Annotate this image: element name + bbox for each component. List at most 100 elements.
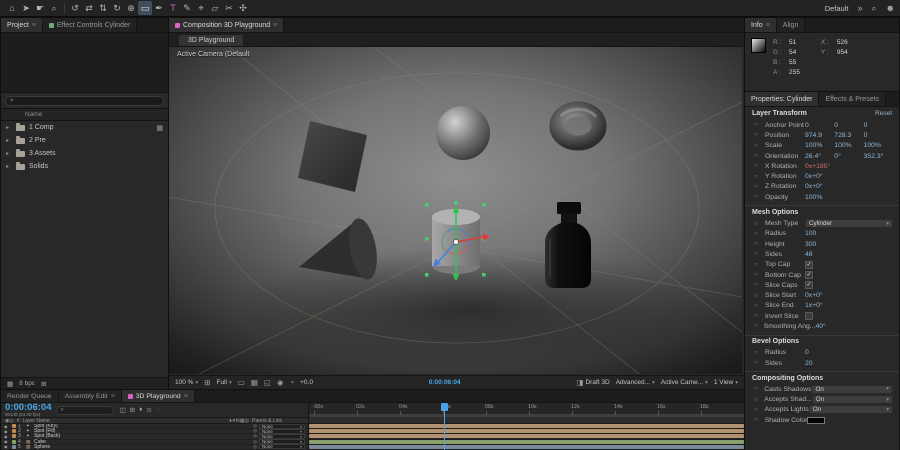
property-value[interactable]: 100% bbox=[834, 142, 863, 149]
search-workspace-icon[interactable]: ⌕ bbox=[871, 3, 876, 14]
project-item-1-comp[interactable]: ▸1 Comp▦ bbox=[1, 121, 168, 134]
property-value[interactable]: 974.9 bbox=[805, 132, 834, 139]
property-value[interactable]: 26.4° bbox=[805, 153, 834, 160]
timeline-tool-icon-3[interactable]: ⊙ bbox=[146, 406, 151, 414]
property-value[interactable]: 48 bbox=[805, 251, 834, 258]
stopwatch-icon[interactable]: ○ bbox=[754, 241, 765, 247]
property-value[interactable]: 0 bbox=[805, 122, 834, 129]
tab-align[interactable]: Align bbox=[777, 18, 806, 32]
property-value[interactable]: 100 bbox=[805, 230, 834, 237]
tab-effect-controls-cylinder[interactable]: Effect Controls Cylinder bbox=[43, 18, 137, 32]
property-value[interactable]: 100% bbox=[864, 142, 893, 149]
timeline-tool-icon-0[interactable]: ◫ bbox=[119, 406, 125, 414]
panel-menu-icon[interactable]: ≡ bbox=[766, 22, 770, 29]
property-value[interactable]: 0 bbox=[805, 349, 834, 356]
panel-menu-icon[interactable]: ≡ bbox=[111, 393, 115, 400]
tab-info[interactable]: Info≡ bbox=[745, 18, 777, 32]
disclosure-caret-icon[interactable]: ▸ bbox=[6, 163, 12, 170]
new-folder-icon[interactable]: ⊞ bbox=[41, 380, 46, 388]
visibility-eye-icon[interactable]: ◉ bbox=[4, 444, 10, 449]
tab-render-queue[interactable]: Render Queue bbox=[1, 390, 59, 402]
workspace-label[interactable]: Default bbox=[825, 4, 849, 13]
layer-color-swatch[interactable] bbox=[12, 424, 16, 428]
disclosure-caret-icon[interactable]: ▸ bbox=[6, 137, 12, 144]
timeline-search-input[interactable]: ⌕ bbox=[56, 406, 114, 415]
property-value[interactable]: 0x+185° bbox=[805, 163, 834, 170]
stopwatch-icon[interactable]: ○ bbox=[754, 303, 765, 309]
renderer-button[interactable]: ◨Draft 3D bbox=[576, 378, 609, 387]
stopwatch-icon[interactable]: ○ bbox=[754, 313, 765, 319]
channels-icon[interactable]: ◔ bbox=[290, 378, 295, 387]
stopwatch-icon[interactable]: ○ bbox=[754, 194, 765, 200]
stopwatch-icon[interactable]: ○ bbox=[754, 407, 765, 413]
property-value[interactable]: 0x+0° bbox=[805, 173, 834, 180]
timeline-tool-icon-4[interactable]: ◌ bbox=[156, 406, 160, 414]
resolution-menu[interactable]: Full▾ bbox=[217, 379, 232, 386]
active-camera-label[interactable]: Active Camera (Default bbox=[177, 51, 249, 58]
type-tool[interactable]: T bbox=[166, 1, 180, 15]
layer-duration-bar[interactable] bbox=[309, 424, 744, 428]
clone-stamp-tool[interactable]: ⌖ bbox=[194, 1, 208, 15]
stopwatch-icon[interactable]: ○ bbox=[754, 282, 765, 288]
property-value[interactable]: 100% bbox=[805, 142, 834, 149]
tab-properties-cylinder[interactable]: Properties: Cylinder bbox=[745, 92, 819, 106]
property-value[interactable]: 1x+0° bbox=[805, 302, 834, 309]
project-item-2-pre[interactable]: ▸2 Pre bbox=[1, 134, 168, 147]
layer-duration-bar[interactable] bbox=[309, 429, 744, 433]
stopwatch-icon[interactable]: ○ bbox=[754, 122, 765, 128]
property-value[interactable]: 0x+0° bbox=[805, 183, 834, 190]
property-value[interactable]: 0x+0° bbox=[805, 292, 834, 299]
property-value[interactable]: 0° bbox=[834, 153, 863, 160]
eraser-tool[interactable]: ▱ bbox=[208, 1, 222, 15]
stopwatch-icon[interactable]: ○ bbox=[754, 143, 765, 149]
project-item-solids[interactable]: ▸Solids bbox=[1, 160, 168, 173]
region-of-interest-icon[interactable]: ▭ bbox=[238, 378, 245, 387]
stopwatch-icon[interactable]: ○ bbox=[754, 184, 765, 190]
snapshot-icon[interactable]: ◉ bbox=[277, 378, 284, 387]
zoom-tool[interactable]: ⌕ bbox=[47, 1, 61, 15]
dolly-camera-tool[interactable]: ⇅ bbox=[96, 1, 110, 15]
project-item-3-assets[interactable]: ▸3 Assets bbox=[1, 147, 168, 160]
sphere-object[interactable] bbox=[436, 106, 490, 160]
tab-project[interactable]: Project≡ bbox=[1, 18, 43, 32]
puppet-pin-tool[interactable]: ✣ bbox=[236, 1, 250, 15]
dropdown[interactable]: On▾ bbox=[811, 385, 893, 394]
brush-tool[interactable]: ✎ bbox=[180, 1, 194, 15]
shape-tool[interactable]: ▭ bbox=[138, 1, 152, 15]
tab-composition-3d-playground[interactable]: Composition 3D Playground≡ bbox=[169, 18, 284, 32]
layer-color-swatch[interactable] bbox=[12, 445, 16, 449]
property-value[interactable]: 728.3 bbox=[834, 132, 863, 139]
dropdown[interactable]: Cylinder▾ bbox=[805, 219, 893, 228]
stopwatch-icon[interactable]: ○ bbox=[754, 350, 765, 356]
account-icon[interactable]: ☻ bbox=[886, 3, 895, 13]
panel-menu-icon[interactable]: ≡ bbox=[273, 22, 277, 29]
checkbox[interactable]: ✓ bbox=[805, 261, 813, 269]
time-ruler[interactable]: :00s02s04s06s08s10s12s14s16s18s bbox=[309, 403, 744, 417]
disclosure-caret-icon[interactable]: ▸ bbox=[6, 124, 12, 131]
pan-camera-tool[interactable]: ⇄ bbox=[82, 1, 96, 15]
property-value[interactable]: 0 bbox=[864, 122, 893, 129]
mask-outline-icon[interactable]: ◱ bbox=[264, 378, 271, 387]
project-flowchart-icon[interactable]: ▦ bbox=[7, 380, 13, 388]
camera-menu[interactable]: Active Came...▾ bbox=[661, 379, 708, 386]
property-value[interactable]: 300 bbox=[805, 241, 834, 248]
color-swatch[interactable] bbox=[807, 417, 825, 424]
stopwatch-icon[interactable]: ○ bbox=[754, 360, 765, 366]
view-layout-menu[interactable]: 1 View▾ bbox=[714, 379, 738, 386]
pen-tool[interactable]: ✒ bbox=[152, 1, 166, 15]
stopwatch-icon[interactable]: ○ bbox=[754, 293, 765, 299]
stopwatch-icon[interactable]: ○ bbox=[754, 221, 765, 227]
rotation-tool[interactable]: ↻ bbox=[110, 1, 124, 15]
parent-dropdown[interactable]: None▾ bbox=[259, 444, 305, 449]
transparency-grid-icon[interactable]: ▦ bbox=[251, 378, 258, 387]
comp-timecode[interactable]: 0:00:06:04 bbox=[429, 379, 461, 386]
magnification-menu[interactable]: 100 %▾ bbox=[175, 379, 198, 386]
layer-duration-bar[interactable] bbox=[309, 434, 744, 438]
parent-pickwhip-icon[interactable]: ◎ bbox=[253, 444, 257, 450]
dropdown[interactable]: On▾ bbox=[812, 395, 893, 404]
panel-menu-icon[interactable]: ≡ bbox=[32, 22, 36, 29]
disclosure-caret-icon[interactable]: ▸ bbox=[6, 150, 12, 157]
checkbox[interactable]: ✓ bbox=[805, 281, 813, 289]
stopwatch-icon[interactable]: ○ bbox=[754, 262, 765, 268]
layer-color-swatch[interactable] bbox=[12, 434, 16, 438]
